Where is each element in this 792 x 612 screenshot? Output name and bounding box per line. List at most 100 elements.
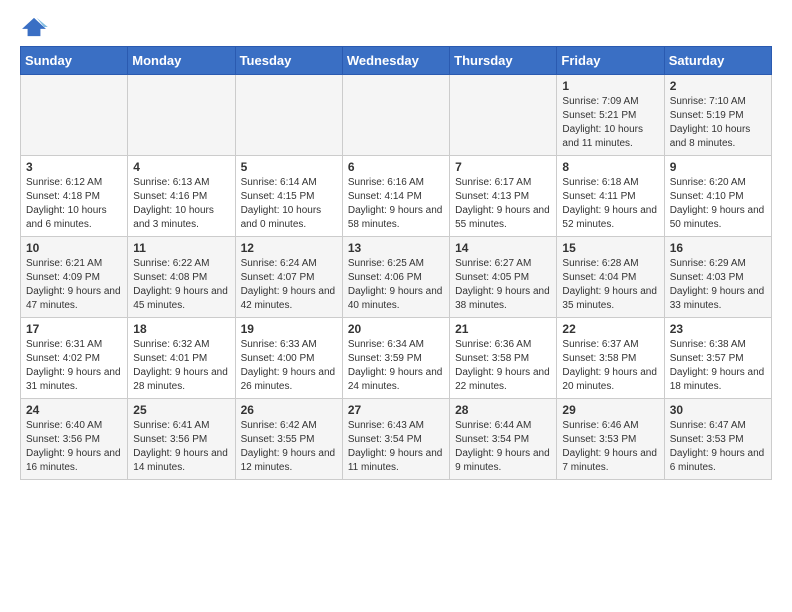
calendar-cell: 22 Sunrise: 6:37 AM Sunset: 3:58 PM Dayli… xyxy=(557,318,664,399)
day-header-thursday: Thursday xyxy=(450,47,557,75)
day-number: 29 xyxy=(562,403,658,417)
day-header-sunday: Sunday xyxy=(21,47,128,75)
day-number: 17 xyxy=(26,322,122,336)
day-number: 13 xyxy=(348,241,444,255)
day-info: Sunrise: 6:13 AM Sunset: 4:16 PM Dayligh… xyxy=(133,176,229,232)
calendar-cell: 8Sunrise: 6:18 AM Sunset: 4:11 PM Daylig… xyxy=(557,156,664,237)
day-info: Sunrise: 6:21 AM Sunset: 4:09 PM Dayligh… xyxy=(26,257,122,313)
day-info: Sunrise: 6:27 AM Sunset: 4:05 PM Dayligh… xyxy=(455,257,551,313)
logo-icon xyxy=(20,16,48,38)
calendar-cell: 29 Sunrise: 6:46 AM Sunset: 3:53 PM Dayli… xyxy=(557,399,664,480)
day-number: 21 xyxy=(455,322,551,336)
calendar-cell: 15 Sunrise: 6:28 AM Sunset: 4:04 PM Dayli… xyxy=(557,237,664,318)
day-header-monday: Monday xyxy=(128,47,235,75)
day-info: Sunrise: 6:37 AM Sunset: 3:58 PM Dayligh… xyxy=(562,338,658,394)
day-info: Sunrise: 6:32 AM Sunset: 4:01 PM Dayligh… xyxy=(133,338,229,394)
calendar-cell: 7 Sunrise: 6:17 AM Sunset: 4:13 PM Daylig… xyxy=(450,156,557,237)
calendar-cell: 1Sunrise: 7:09 AM Sunset: 5:21 PM Daylig… xyxy=(557,75,664,156)
calendar-cell: 27 Sunrise: 6:43 AM Sunset: 3:54 PM Dayli… xyxy=(342,399,449,480)
day-info: Sunrise: 6:36 AM Sunset: 3:58 PM Dayligh… xyxy=(455,338,551,394)
calendar-week-row: 17 Sunrise: 6:31 AM Sunset: 4:02 PM Dayli… xyxy=(21,318,772,399)
day-info: Sunrise: 6:34 AM Sunset: 3:59 PM Dayligh… xyxy=(348,338,444,394)
calendar-week-row: 24 Sunrise: 6:40 AM Sunset: 3:56 PM Dayli… xyxy=(21,399,772,480)
calendar-cell: 20 Sunrise: 6:34 AM Sunset: 3:59 PM Dayli… xyxy=(342,318,449,399)
calendar-cell: 25Sunrise: 6:41 AM Sunset: 3:56 PM Dayli… xyxy=(128,399,235,480)
day-number: 12 xyxy=(241,241,337,255)
day-number: 4 xyxy=(133,160,229,174)
calendar-cell xyxy=(450,75,557,156)
day-number: 15 xyxy=(562,241,658,255)
day-info: Sunrise: 7:10 AM Sunset: 5:19 PM Dayligh… xyxy=(670,95,766,151)
calendar-cell: 12 Sunrise: 6:24 AM Sunset: 4:07 PM Dayli… xyxy=(235,237,342,318)
calendar-table: SundayMondayTuesdayWednesdayThursdayFrid… xyxy=(20,46,772,480)
header xyxy=(20,16,772,38)
calendar-week-row: 1Sunrise: 7:09 AM Sunset: 5:21 PM Daylig… xyxy=(21,75,772,156)
day-number: 27 xyxy=(348,403,444,417)
day-info: Sunrise: 6:38 AM Sunset: 3:57 PM Dayligh… xyxy=(670,338,766,394)
day-number: 1 xyxy=(562,79,658,93)
day-number: 23 xyxy=(670,322,766,336)
calendar-cell xyxy=(128,75,235,156)
day-info: Sunrise: 6:42 AM Sunset: 3:55 PM Dayligh… xyxy=(241,419,337,475)
day-info: Sunrise: 6:20 AM Sunset: 4:10 PM Dayligh… xyxy=(670,176,766,232)
day-info: Sunrise: 6:17 AM Sunset: 4:13 PM Dayligh… xyxy=(455,176,551,232)
day-header-wednesday: Wednesday xyxy=(342,47,449,75)
calendar-cell xyxy=(21,75,128,156)
calendar-cell: 16 Sunrise: 6:29 AM Sunset: 4:03 PM Dayli… xyxy=(664,237,771,318)
day-info: Sunrise: 6:40 AM Sunset: 3:56 PM Dayligh… xyxy=(26,419,122,475)
day-number: 5 xyxy=(241,160,337,174)
day-info: Sunrise: 6:33 AM Sunset: 4:00 PM Dayligh… xyxy=(241,338,337,394)
calendar-cell: 10 Sunrise: 6:21 AM Sunset: 4:09 PM Dayli… xyxy=(21,237,128,318)
calendar-cell: 9 Sunrise: 6:20 AM Sunset: 4:10 PM Daylig… xyxy=(664,156,771,237)
day-number: 10 xyxy=(26,241,122,255)
day-number: 8 xyxy=(562,160,658,174)
calendar-cell: 5 Sunrise: 6:14 AM Sunset: 4:15 PM Daylig… xyxy=(235,156,342,237)
day-number: 30 xyxy=(670,403,766,417)
day-info: Sunrise: 6:31 AM Sunset: 4:02 PM Dayligh… xyxy=(26,338,122,394)
day-info: Sunrise: 6:43 AM Sunset: 3:54 PM Dayligh… xyxy=(348,419,444,475)
day-number: 2 xyxy=(670,79,766,93)
day-number: 24 xyxy=(26,403,122,417)
day-number: 16 xyxy=(670,241,766,255)
logo xyxy=(20,16,52,38)
day-number: 3 xyxy=(26,160,122,174)
calendar-cell: 17 Sunrise: 6:31 AM Sunset: 4:02 PM Dayli… xyxy=(21,318,128,399)
calendar-cell xyxy=(342,75,449,156)
day-header-saturday: Saturday xyxy=(664,47,771,75)
day-header-tuesday: Tuesday xyxy=(235,47,342,75)
calendar-cell xyxy=(235,75,342,156)
calendar-cell: 3 Sunrise: 6:12 AM Sunset: 4:18 PM Daylig… xyxy=(21,156,128,237)
day-info: Sunrise: 6:14 AM Sunset: 4:15 PM Dayligh… xyxy=(241,176,337,232)
day-info: Sunrise: 6:29 AM Sunset: 4:03 PM Dayligh… xyxy=(670,257,766,313)
day-number: 7 xyxy=(455,160,551,174)
calendar-cell: 6Sunrise: 6:16 AM Sunset: 4:14 PM Daylig… xyxy=(342,156,449,237)
day-number: 19 xyxy=(241,322,337,336)
day-number: 28 xyxy=(455,403,551,417)
calendar-cell: 2 Sunrise: 7:10 AM Sunset: 5:19 PM Daylig… xyxy=(664,75,771,156)
calendar-week-row: 3 Sunrise: 6:12 AM Sunset: 4:18 PM Daylig… xyxy=(21,156,772,237)
day-number: 11 xyxy=(133,241,229,255)
calendar-cell: 21 Sunrise: 6:36 AM Sunset: 3:58 PM Dayli… xyxy=(450,318,557,399)
calendar-header-row: SundayMondayTuesdayWednesdayThursdayFrid… xyxy=(21,47,772,75)
day-number: 20 xyxy=(348,322,444,336)
day-number: 26 xyxy=(241,403,337,417)
calendar-cell: 19 Sunrise: 6:33 AM Sunset: 4:00 PM Dayli… xyxy=(235,318,342,399)
calendar-cell: 4 Sunrise: 6:13 AM Sunset: 4:16 PM Daylig… xyxy=(128,156,235,237)
day-info: Sunrise: 6:24 AM Sunset: 4:07 PM Dayligh… xyxy=(241,257,337,313)
day-number: 9 xyxy=(670,160,766,174)
day-number: 18 xyxy=(133,322,229,336)
day-info: Sunrise: 6:44 AM Sunset: 3:54 PM Dayligh… xyxy=(455,419,551,475)
calendar-cell: 26 Sunrise: 6:42 AM Sunset: 3:55 PM Dayli… xyxy=(235,399,342,480)
day-info: Sunrise: 6:41 AM Sunset: 3:56 PM Dayligh… xyxy=(133,419,229,475)
day-number: 14 xyxy=(455,241,551,255)
day-info: Sunrise: 6:25 AM Sunset: 4:06 PM Dayligh… xyxy=(348,257,444,313)
calendar-cell: 28 Sunrise: 6:44 AM Sunset: 3:54 PM Dayli… xyxy=(450,399,557,480)
calendar-week-row: 10 Sunrise: 6:21 AM Sunset: 4:09 PM Dayli… xyxy=(21,237,772,318)
day-info: Sunrise: 6:12 AM Sunset: 4:18 PM Dayligh… xyxy=(26,176,122,232)
calendar-cell: 30Sunrise: 6:47 AM Sunset: 3:53 PM Dayli… xyxy=(664,399,771,480)
day-number: 22 xyxy=(562,322,658,336)
calendar-cell: 14 Sunrise: 6:27 AM Sunset: 4:05 PM Dayli… xyxy=(450,237,557,318)
day-info: Sunrise: 6:46 AM Sunset: 3:53 PM Dayligh… xyxy=(562,419,658,475)
calendar-cell: 11Sunrise: 6:22 AM Sunset: 4:08 PM Dayli… xyxy=(128,237,235,318)
day-info: Sunrise: 6:28 AM Sunset: 4:04 PM Dayligh… xyxy=(562,257,658,313)
